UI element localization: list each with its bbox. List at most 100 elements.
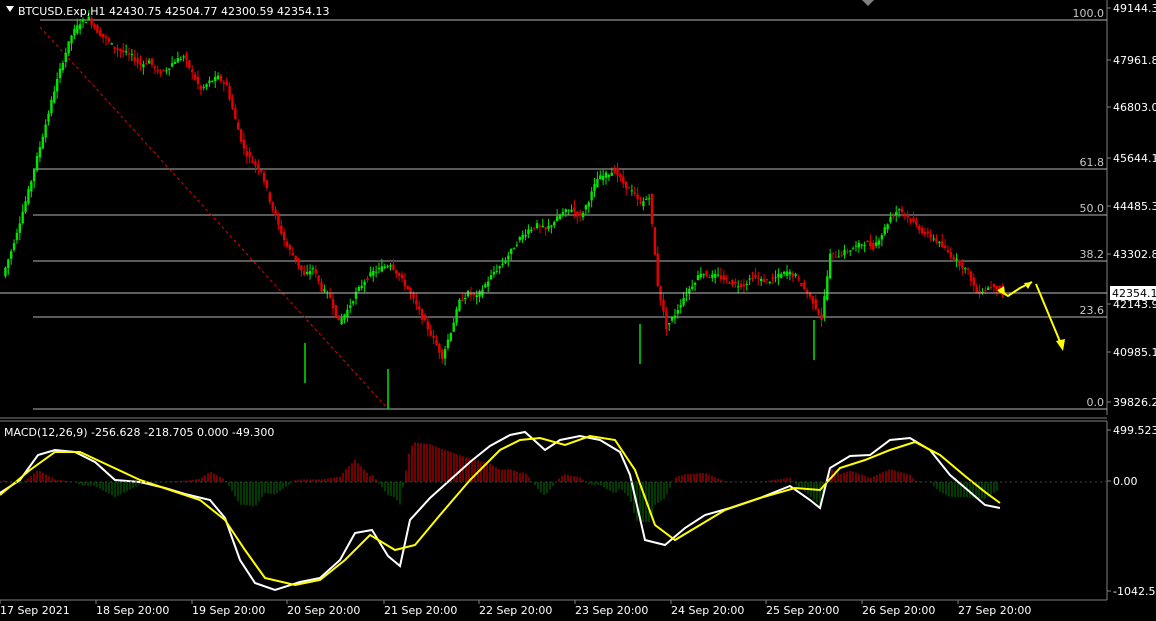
bull-candle [693, 282, 697, 285]
bear-candle [751, 277, 754, 279]
bull-candle [67, 41, 70, 54]
bear-candle [429, 330, 432, 336]
bull-candle [509, 248, 513, 254]
bull-candle [955, 258, 958, 260]
bear-candle [294, 255, 297, 261]
symbol-info: BTCUSD.Exp,H1 42430.75 42504.77 42300.59… [18, 5, 329, 18]
bear-candle [159, 71, 162, 74]
bull-candle [64, 52, 67, 63]
bear-candle [731, 279, 734, 286]
bear-candle [119, 49, 122, 52]
price-tick-label: 45644.1 [1113, 152, 1156, 165]
bull-candle [61, 63, 65, 71]
bull-candle [748, 278, 751, 280]
bear-candle [831, 252, 835, 254]
bear-candle [262, 172, 266, 182]
bear-candle [104, 36, 108, 39]
bull-candle [561, 212, 565, 216]
bull-candle [84, 22, 88, 24]
bull-candle [208, 80, 211, 83]
bull-candle [604, 172, 608, 178]
bear-candle [150, 58, 154, 65]
bear-candle [271, 202, 274, 210]
bear-candle [636, 194, 639, 199]
macd-tick-label: 499.523 [1113, 424, 1156, 437]
bull-candle [843, 250, 846, 256]
bear-candle [93, 24, 96, 28]
time-tick-label: 17 Sep 2021 [0, 604, 70, 617]
bull-candle [788, 271, 792, 275]
bear-candle [406, 285, 409, 290]
fib-level-label: 100.0 [1073, 7, 1105, 20]
bull-candle [452, 322, 455, 332]
bull-candle [349, 305, 352, 308]
trading-chart[interactable]: 100.061.850.038.223.60.0 49144.347961.84… [0, 0, 1156, 621]
bear-candle [966, 268, 970, 270]
bear-candle [191, 69, 194, 73]
bear-candle [153, 66, 157, 69]
bear-candle [958, 260, 961, 266]
bear-candle [912, 217, 915, 222]
bear-candle [532, 227, 536, 229]
bull-candle [590, 191, 593, 201]
bear-candle [412, 293, 415, 299]
bear-candle [96, 25, 99, 33]
bear-candle [725, 278, 728, 280]
bear-candle [199, 85, 203, 90]
bear-candle [909, 218, 912, 222]
bear-candle [538, 225, 542, 227]
time-tick-label: 24 Sep 20:00 [671, 604, 744, 617]
bear-candle [734, 281, 737, 284]
bull-candle [851, 248, 855, 250]
time-tick-label: 25 Sep 20:00 [766, 604, 839, 617]
bull-candle [464, 297, 467, 300]
bear-candle [101, 33, 105, 38]
bull-candle [383, 266, 386, 268]
bear-candle [438, 344, 441, 353]
bear-candle [653, 227, 657, 255]
bull-candle [214, 76, 217, 81]
bear-candle [900, 208, 904, 212]
bull-candle [323, 289, 326, 292]
bear-candle [989, 286, 993, 288]
bear-candle [576, 211, 579, 217]
bear-candle [328, 293, 332, 298]
bear-candle [656, 253, 659, 287]
bear-candle [797, 278, 800, 280]
bear-candle [946, 250, 950, 253]
time-tick-label: 21 Sep 20:00 [384, 604, 457, 617]
bull-candle [173, 62, 177, 64]
bear-candle [228, 86, 231, 100]
bull-candle [179, 58, 182, 60]
bear-candle [225, 81, 228, 86]
bear-candle [188, 60, 191, 69]
bull-candle [357, 286, 361, 291]
bear-candle [613, 169, 616, 173]
bear-candle [935, 238, 938, 243]
bear-candle [245, 151, 249, 157]
bear-candle [400, 274, 404, 279]
bear-candle [915, 220, 918, 225]
bull-candle [759, 278, 763, 282]
fib-level-label: 38.2 [1080, 248, 1105, 261]
bear-candle [139, 62, 142, 66]
bull-candle [21, 211, 24, 224]
bear-candle [239, 129, 243, 142]
bull-candle [521, 234, 524, 240]
bear-candle [943, 245, 947, 249]
bear-candle [219, 75, 223, 82]
bear-candle [811, 296, 815, 304]
bear-candle [116, 48, 119, 50]
bull-candle [446, 339, 450, 348]
bull-candle [35, 155, 39, 171]
bull-candle [782, 271, 786, 274]
bear-candle [573, 207, 576, 212]
bull-candle [785, 271, 789, 276]
bull-candle [564, 209, 567, 213]
bear-candle [918, 225, 921, 231]
bull-candle [466, 291, 470, 297]
bull-candle [932, 238, 935, 240]
bull-candle [696, 275, 700, 281]
bull-candle [495, 270, 499, 272]
time-tick-label: 23 Sep 20:00 [575, 604, 648, 617]
